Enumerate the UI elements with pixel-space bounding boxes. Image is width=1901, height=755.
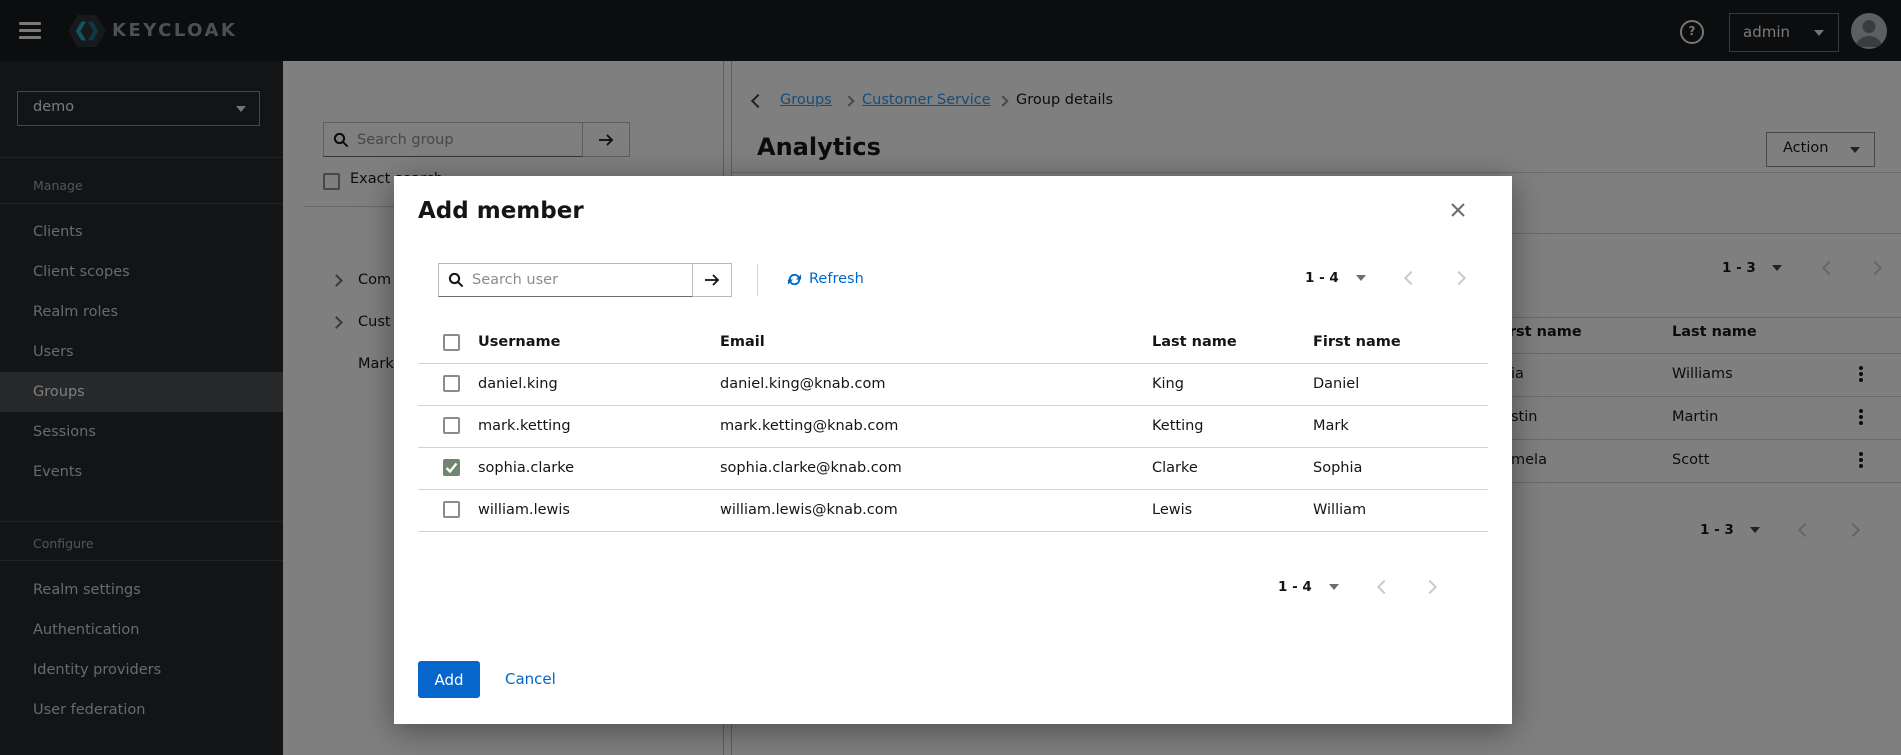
row-checkbox[interactable] xyxy=(443,501,460,518)
cell-first-name: Mark xyxy=(1313,405,1349,447)
pagination-range[interactable]: 1 - 4 xyxy=(1278,579,1312,595)
cell-username: mark.ketting xyxy=(478,405,571,447)
previous-page-icon[interactable] xyxy=(1404,271,1418,285)
cell-first-name: Daniel xyxy=(1313,363,1359,405)
cell-last-name: Clarke xyxy=(1152,447,1198,489)
next-page-icon[interactable] xyxy=(1452,271,1466,285)
cell-last-name: Ketting xyxy=(1152,405,1204,447)
cell-username: sophia.clarke xyxy=(478,447,574,489)
select-all-checkbox[interactable] xyxy=(443,334,460,351)
row-checkbox[interactable] xyxy=(443,417,460,434)
cell-first-name: William xyxy=(1313,489,1366,531)
chevron-down-icon xyxy=(1356,275,1366,281)
modal-pagination-bottom: 1 - 4 xyxy=(1278,575,1435,599)
cancel-button[interactable]: Cancel xyxy=(505,670,556,688)
keycloak-admin-console: KEYCLOAK ? admin demo Manage Clients Cli… xyxy=(0,0,1901,755)
cell-last-name: King xyxy=(1152,363,1184,405)
col-first-name[interactable]: First name xyxy=(1313,322,1401,363)
col-email[interactable]: Email xyxy=(720,322,765,363)
table-row[interactable]: mark.ketting mark.ketting@knab.com Ketti… xyxy=(418,405,1488,448)
table-header-row: Username Email Last name First name xyxy=(418,322,1488,364)
arrow-right-icon xyxy=(703,273,721,287)
cell-last-name: Lewis xyxy=(1152,489,1192,531)
pagination-range[interactable]: 1 - 4 xyxy=(1305,270,1339,286)
add-member-modal: Add member xyxy=(394,176,1512,724)
refresh-icon xyxy=(787,272,802,287)
close-icon[interactable] xyxy=(1450,202,1472,224)
search-icon xyxy=(448,272,464,288)
cell-username: william.lewis xyxy=(478,489,570,531)
user-search xyxy=(438,263,732,297)
refresh-label: Refresh xyxy=(809,271,864,287)
col-username[interactable]: Username xyxy=(478,322,560,363)
cell-email: daniel.king@knab.com xyxy=(720,363,885,405)
toolbar-divider xyxy=(757,264,758,296)
cell-email: sophia.clarke@knab.com xyxy=(720,447,902,489)
table-row[interactable]: sophia.clarke sophia.clarke@knab.com Cla… xyxy=(418,447,1488,490)
row-checkbox[interactable] xyxy=(443,375,460,392)
row-checkbox[interactable] xyxy=(443,459,460,476)
user-search-input[interactable] xyxy=(470,271,692,289)
cell-username: daniel.king xyxy=(478,363,558,405)
cell-first-name: Sophia xyxy=(1313,447,1362,489)
previous-page-icon[interactable] xyxy=(1377,580,1391,594)
modal-pagination-top: 1 - 4 xyxy=(1305,266,1464,290)
chevron-down-icon xyxy=(1329,584,1339,590)
col-last-name[interactable]: Last name xyxy=(1152,322,1237,363)
cell-email: mark.ketting@knab.com xyxy=(720,405,898,447)
user-search-submit-button[interactable] xyxy=(693,263,732,297)
add-button[interactable]: Add xyxy=(418,661,480,698)
table-row[interactable]: william.lewis william.lewis@knab.com Lew… xyxy=(418,489,1488,532)
refresh-button[interactable]: Refresh xyxy=(787,271,864,287)
cell-email: william.lewis@knab.com xyxy=(720,489,898,531)
next-page-icon[interactable] xyxy=(1423,580,1437,594)
modal-title: Add member xyxy=(418,198,584,224)
table-row[interactable]: daniel.king daniel.king@knab.com King Da… xyxy=(418,363,1488,406)
